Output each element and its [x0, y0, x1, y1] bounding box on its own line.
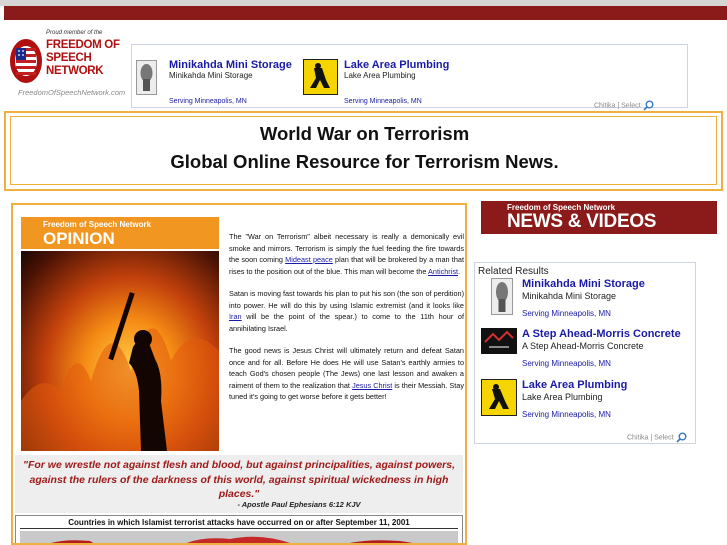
concrete-logo-icon — [481, 328, 517, 354]
related-item[interactable]: A Step Ahead-Morris Concrete A Step Ahea… — [481, 328, 693, 370]
ad-item[interactable]: Lake Area Plumbing Lake Area Plumbing Se… — [303, 45, 483, 107]
article-paragraph: The good news is Jesus Christ will ultim… — [229, 346, 464, 401]
magnifier-icon — [642, 100, 654, 111]
ad-subtitle: Minikahda Mini Storage — [169, 71, 253, 80]
related-serving[interactable]: Serving Minneapolis, MN — [522, 309, 611, 318]
chitika-label: Chitika | Select — [627, 434, 674, 442]
opinion-header[interactable]: Freedom of Speech Network OPINION — [21, 217, 219, 249]
ad-item[interactable]: Minikahda Mini Storage Minikahda Mini St… — [136, 45, 306, 107]
related-title[interactable]: Lake Area Plumbing — [522, 379, 627, 391]
chitika-select-link[interactable]: Chitika | Select — [627, 432, 687, 443]
terrorism-map: Countries in which Islamist terrorist at… — [15, 515, 463, 543]
related-item[interactable]: Lake Area Plumbing Lake Area Plumbing Se… — [481, 379, 693, 421]
chitika-select-link[interactable]: Chitika | Select — [594, 100, 654, 111]
opinion-article: The "War on Terrorism" albeit necessary … — [229, 231, 464, 414]
related-item[interactable]: Minikahda Mini Storage Minikahda Mini St… — [481, 278, 693, 320]
iran-link[interactable]: Iran — [229, 312, 242, 321]
yellow-pages-icon — [303, 59, 338, 95]
opinion-section-label: OPINION — [43, 229, 115, 248]
antichrist-link[interactable]: Antichrist — [428, 267, 458, 276]
news-label: NEWS & VIDEOS — [507, 211, 657, 232]
ad-serving[interactable]: Serving Minneapolis, MN — [344, 98, 422, 105]
related-title[interactable]: A Step Ahead-Morris Concrete — [522, 328, 681, 340]
ad-title[interactable]: Lake Area Plumbing — [344, 59, 449, 71]
ad-subtitle: Lake Area Plumbing — [344, 71, 416, 80]
related-heading: Related Results — [478, 266, 549, 277]
related-title[interactable]: Minikahda Mini Storage — [522, 278, 645, 290]
yellow-pages-icon — [481, 379, 517, 416]
scripture-quote: "For we wrestle not against flesh and bl… — [22, 459, 456, 500]
magnifier-icon — [675, 432, 687, 443]
storage-icon — [491, 278, 513, 315]
flag-mouth-icon — [10, 39, 42, 83]
freedom-of-speech-logo[interactable]: Proud member of the FREEDOM OF SPEECH NE… — [6, 30, 126, 102]
banner-subtitle: Global Online Resource for Terrorism New… — [170, 151, 559, 172]
world-map-image — [20, 531, 458, 543]
related-subtitle: A Step Ahead-Morris Concrete — [522, 341, 644, 351]
related-results: Related Results Minikahda Mini Storage M… — [474, 262, 696, 444]
ad-title[interactable]: Minikahda Mini Storage — [169, 59, 292, 71]
article-paragraph: Satan is moving fast towards his plan to… — [229, 289, 464, 333]
logo-tagline: Proud member of the — [46, 30, 103, 36]
banner-inner: World War on Terrorism Global Online Res… — [10, 116, 717, 185]
terrorist-fire-image — [21, 251, 219, 451]
logo-url: FreedomOfSpeechNetwork.com — [18, 88, 126, 97]
map-title: Countries in which Islamist terrorist at… — [68, 518, 410, 527]
related-subtitle: Lake Area Plumbing — [522, 392, 603, 402]
map-divider — [20, 528, 458, 529]
logo-title: FREEDOM OF SPEECH NETWORK — [46, 39, 120, 77]
mideast-peace-link[interactable]: Mideast peace — [285, 255, 333, 264]
related-serving[interactable]: Serving Minneapolis, MN — [522, 410, 611, 419]
top-bar — [4, 6, 727, 20]
storage-icon — [136, 60, 157, 95]
headline-banner: World War on Terrorism Global Online Res… — [4, 111, 723, 191]
related-subtitle: Minikahda Mini Storage — [522, 291, 617, 301]
related-serving[interactable]: Serving Minneapolis, MN — [522, 359, 611, 368]
chitika-label: Chitika | Select — [594, 102, 641, 110]
article-paragraph: The "War on Terrorism" albeit necessary … — [229, 232, 464, 276]
scripture-citation: - Apostle Paul Ephesians 6:12 KJV — [237, 500, 361, 509]
news-videos-banner[interactable]: Freedom of Speech Network NEWS & VIDEOS — [481, 201, 717, 234]
scripture-quote-box: "For we wrestle not against flesh and bl… — [15, 455, 463, 513]
opinion-network-label: Freedom of Speech Network — [43, 220, 152, 229]
top-ad-box: Minikahda Mini Storage Minikahda Mini St… — [131, 44, 688, 111]
jesus-christ-link[interactable]: Jesus Christ — [352, 381, 392, 390]
opinion-panel: Freedom of Speech Network OPINION The "W… — [11, 203, 467, 545]
banner-title: World War on Terrorism — [259, 123, 470, 144]
ad-serving[interactable]: Serving Minneapolis, MN — [169, 98, 247, 105]
